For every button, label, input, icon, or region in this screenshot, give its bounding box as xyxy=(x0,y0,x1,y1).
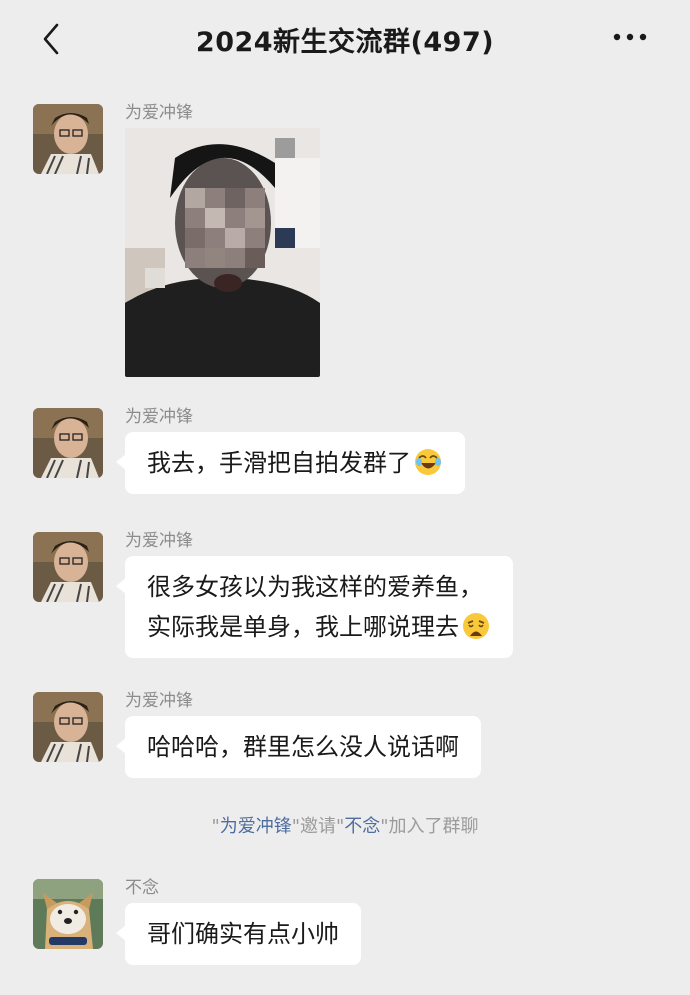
notice-text: "加入了群聊 xyxy=(380,816,479,837)
message-text: 我去，手滑把自拍发群了 xyxy=(147,449,411,477)
avatar[interactable] xyxy=(33,692,103,762)
avatar[interactable] xyxy=(33,104,103,174)
message-text-line: 很多女孩以为我这样的爱养鱼， xyxy=(147,573,483,601)
invitee-link[interactable]: 不念 xyxy=(344,816,380,837)
image-message[interactable] xyxy=(125,128,320,377)
message-text-line: 实际我是单身，我上哪说理去 xyxy=(147,613,459,641)
more-dots-icon xyxy=(613,33,647,41)
avatar[interactable] xyxy=(33,532,103,602)
notice-text: "邀请" xyxy=(291,816,345,837)
avatar[interactable] xyxy=(33,408,103,478)
sender-name: 为爱冲锋 xyxy=(125,531,193,551)
message-bubble[interactable]: 我去，手滑把自拍发群了 xyxy=(116,432,465,494)
avatar[interactable] xyxy=(33,879,103,949)
chevron-left-icon xyxy=(43,23,59,55)
selfie-photo xyxy=(125,128,320,377)
message-bubble[interactable]: 哥们确实有点小帅 xyxy=(116,903,361,965)
weary-emoji-icon xyxy=(463,613,489,639)
notice-text: " xyxy=(211,816,220,837)
sender-name: 为爱冲锋 xyxy=(125,103,193,123)
inviter-link[interactable]: 为爱冲锋 xyxy=(220,816,292,837)
rofl-emoji-icon xyxy=(415,449,441,475)
chat-header: 2024新生交流群(497) xyxy=(0,0,690,78)
sender-name: 为爱冲锋 xyxy=(125,407,193,427)
chat-title: 2024新生交流群(497) xyxy=(195,26,495,58)
message-bubble[interactable]: 哈哈哈，群里怎么没人说话啊 xyxy=(116,716,481,778)
system-notice: "为爱冲锋"邀请"不念"加入了群聊 xyxy=(0,812,690,838)
sender-name: 为爱冲锋 xyxy=(125,691,193,711)
message-text: 哥们确实有点小帅 xyxy=(147,920,339,948)
more-options-button[interactable] xyxy=(610,26,650,48)
sender-name: 不念 xyxy=(125,878,159,898)
back-button[interactable] xyxy=(36,22,66,56)
message-text: 哈哈哈，群里怎么没人说话啊 xyxy=(147,733,459,761)
message-bubble[interactable]: 很多女孩以为我这样的爱养鱼， 实际我是单身，我上哪说理去 xyxy=(116,556,513,658)
